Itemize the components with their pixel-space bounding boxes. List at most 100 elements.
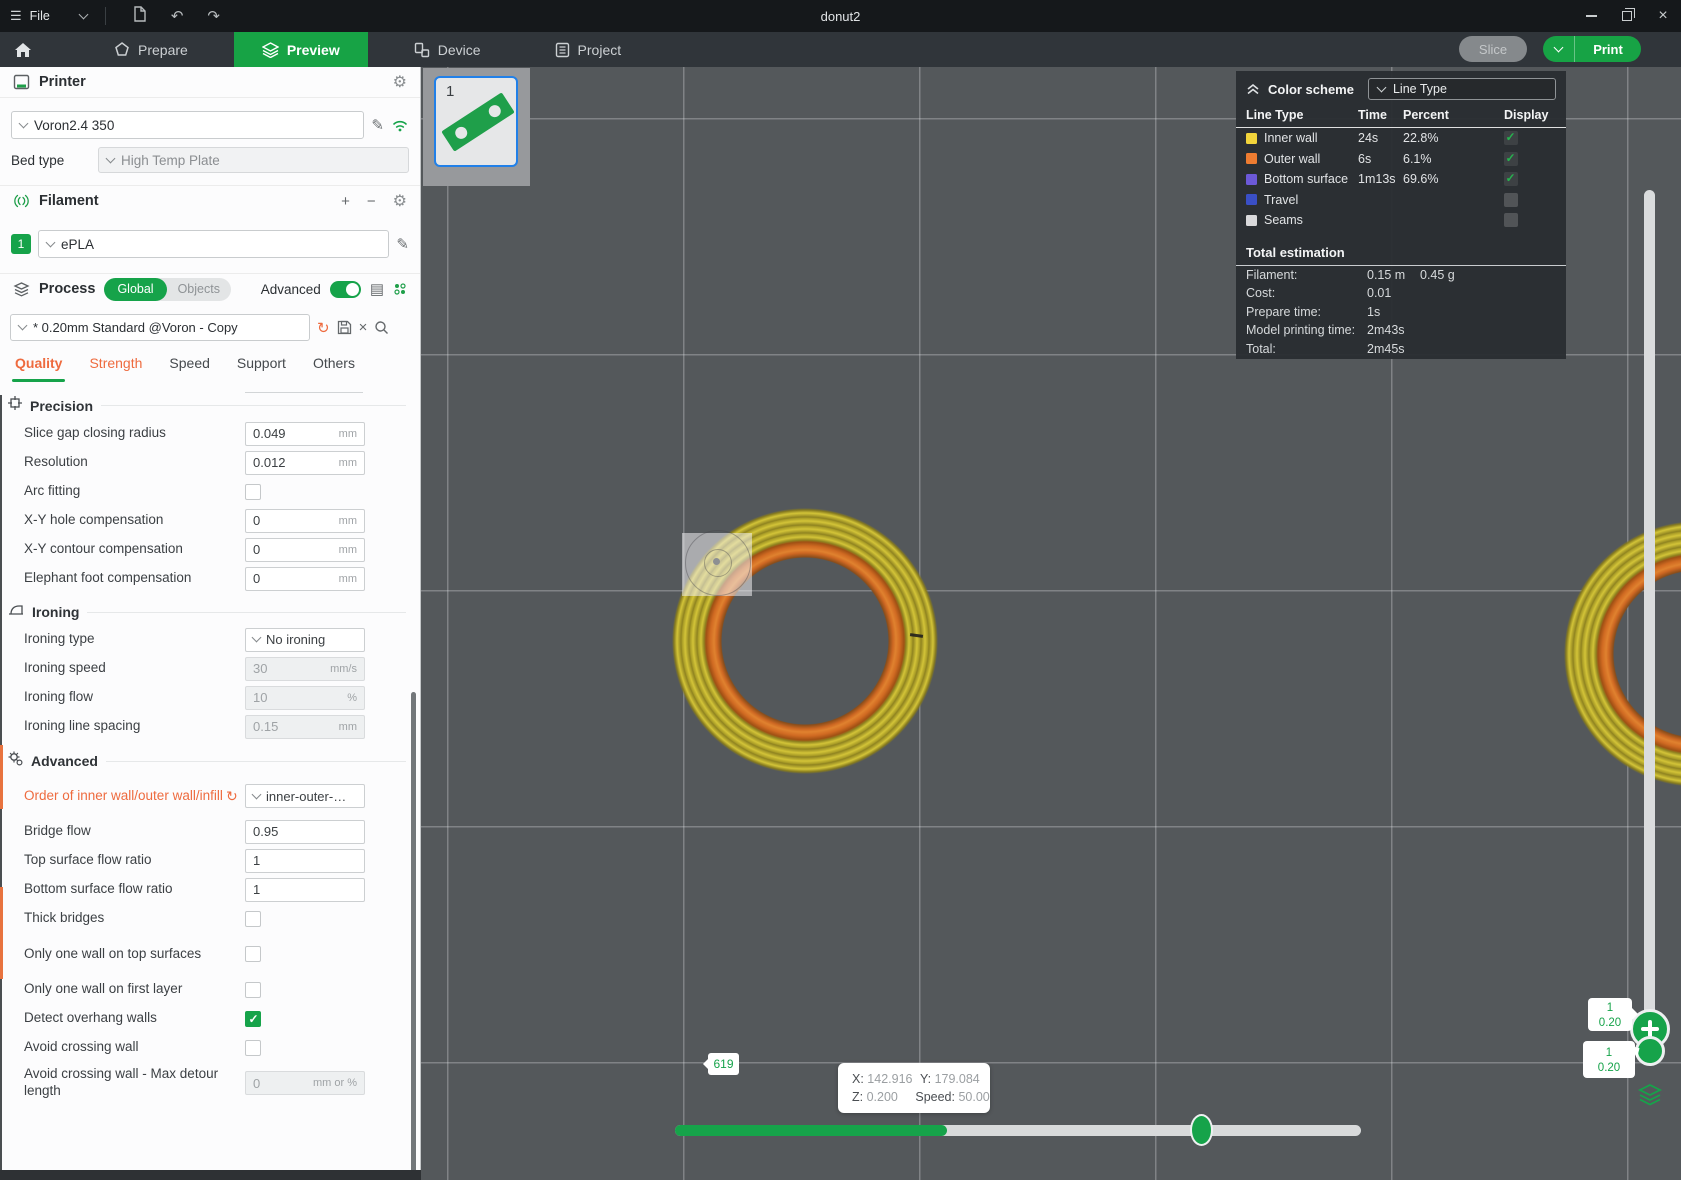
filament-select[interactable]: ePLA: [38, 230, 390, 258]
param-row: Only one wall on first layer: [0, 975, 420, 1004]
bed-type-label: Bed type: [11, 152, 65, 168]
file-menu-chevron-icon[interactable]: [78, 9, 89, 20]
printer-settings-gear-icon[interactable]: ⚙: [393, 72, 407, 92]
param-input[interactable]: 0.012 mm: [245, 450, 365, 475]
param-input[interactable]: 0 mm: [245, 566, 365, 591]
layer-slider-track[interactable]: [1644, 190, 1655, 1058]
scope-global-button[interactable]: Global: [104, 277, 167, 301]
move-slider-handle[interactable]: [1190, 1114, 1213, 1146]
search-preset-icon[interactable]: [374, 320, 389, 335]
minimize-button[interactable]: [1573, 0, 1609, 32]
delete-preset-icon[interactable]: ×: [359, 319, 368, 336]
param-checkbox[interactable]: [245, 981, 261, 998]
param-input[interactable]: 1: [245, 848, 365, 873]
file-menu[interactable]: File: [30, 9, 50, 23]
tab-preview[interactable]: Preview: [233, 32, 368, 67]
unit-label: %: [347, 691, 357, 704]
view-mode-select[interactable]: Line Type: [1367, 78, 1556, 100]
param-label: Ironing flow: [24, 689, 94, 705]
param-tab-strength[interactable]: Strength: [89, 355, 142, 382]
param-tab-quality[interactable]: Quality: [11, 355, 66, 382]
param-input[interactable]: 0 mm: [245, 537, 365, 562]
filament-settings-gear-icon[interactable]: ⚙: [393, 191, 407, 211]
line-type-swatch: [1246, 214, 1257, 226]
line-type-swatch: [1246, 173, 1257, 185]
printer-select[interactable]: Voron2.4 350: [11, 111, 365, 139]
display-checkbox[interactable]: [1504, 130, 1518, 146]
layer-mode-icon[interactable]: [1638, 1084, 1662, 1106]
save-project-icon[interactable]: [124, 6, 155, 26]
legend-rows: Inner wall24s22.8%Outer wall6s6.1%Bottom…: [1236, 128, 1566, 231]
tab-device[interactable]: Device: [386, 32, 509, 67]
panel-bottom-edge: [0, 1170, 421, 1180]
home-button[interactable]: [0, 32, 46, 67]
param-tab-others[interactable]: Others: [313, 355, 355, 382]
bed-type-select[interactable]: High Temp Plate: [98, 147, 409, 173]
process-preset-select[interactable]: * 0.20mm Standard @Voron - Copy: [10, 314, 310, 341]
reset-preset-icon[interactable]: ↻: [317, 319, 330, 337]
display-checkbox[interactable]: [1504, 171, 1518, 187]
plate-thumbnail[interactable]: 1: [434, 76, 518, 167]
hover-coordinates-tooltip: X: 142.916 Y: 179.084 Z: 0.200 Speed: 50…: [838, 1063, 990, 1113]
save-preset-icon[interactable]: [337, 320, 352, 335]
add-filament-button[interactable]: +: [341, 193, 350, 210]
3d-preview-viewport[interactable]: 1 Color scheme Line Type Line Type Time: [421, 67, 1681, 1180]
print-button[interactable]: Print: [1543, 36, 1641, 62]
prepare-icon: [115, 41, 129, 56]
move-slider-fill: [675, 1125, 947, 1136]
param-checkbox[interactable]: [245, 1010, 261, 1027]
redo-icon[interactable]: ↷: [199, 7, 228, 25]
print-options-chevron-icon[interactable]: [1543, 36, 1575, 62]
process-scope-toggle: Global Objects: [104, 277, 231, 301]
main-tab-bar: Prepare Preview Device Project Slice Pri…: [0, 32, 1681, 67]
param-checkbox[interactable]: [245, 483, 261, 500]
plate-object-preview: [441, 92, 515, 152]
param-checkbox[interactable]: [245, 910, 261, 927]
move-slider-track[interactable]: [675, 1114, 1361, 1146]
wifi-connection-icon[interactable]: [391, 118, 409, 132]
panel-scrollbar[interactable]: [411, 692, 416, 1180]
param-checkbox[interactable]: [245, 946, 261, 962]
edit-printer-icon[interactable]: ✎: [371, 116, 384, 134]
parameter-list-icon[interactable]: ▤: [370, 280, 384, 298]
display-checkbox[interactable]: [1504, 213, 1518, 228]
close-button[interactable]: ×: [1645, 0, 1681, 32]
advanced-mode-toggle[interactable]: [329, 280, 361, 298]
param-input[interactable]: 0 mm: [245, 508, 365, 533]
param-label: Bottom surface flow ratio: [24, 881, 173, 897]
ironing-icon: [8, 603, 24, 621]
sliced-donut-model-partial[interactable]: [1562, 519, 1681, 789]
tab-prepare[interactable]: Prepare: [86, 32, 216, 67]
param-select[interactable]: No ironing: [245, 627, 365, 652]
process-layers-icon: [13, 281, 30, 297]
maximize-button[interactable]: [1609, 0, 1645, 32]
compare-presets-icon[interactable]: [393, 282, 407, 296]
param-input[interactable]: 0.049 mm: [245, 421, 365, 446]
param-row: X-Y hole compensation 0 mm: [0, 506, 420, 535]
scope-objects-button[interactable]: Objects: [167, 282, 231, 296]
tab-project[interactable]: Project: [527, 32, 650, 67]
param-tab-speed[interactable]: Speed: [169, 355, 209, 382]
chevron-down-icon: [251, 789, 262, 799]
reset-param-icon[interactable]: ↻: [226, 788, 238, 805]
undo-icon[interactable]: ↶: [163, 7, 192, 25]
layer-badge-upper: 1 0.20: [1588, 998, 1638, 1031]
slice-button[interactable]: Slice: [1459, 36, 1527, 62]
legend-row: Outer wall 6s 6.1%: [1236, 149, 1566, 170]
display-checkbox[interactable]: [1504, 151, 1518, 166]
remove-filament-button[interactable]: −: [367, 193, 376, 210]
edit-filament-icon[interactable]: ✎: [396, 235, 409, 253]
total-estimation-row: Model printing time: 2m43s: [1246, 323, 1405, 338]
display-checkbox[interactable]: [1504, 192, 1518, 207]
hamburger-menu-icon[interactable]: ☰: [10, 8, 22, 24]
param-row: Resolution 0.012 mm: [0, 448, 420, 477]
chevron-down-icon: [45, 237, 56, 247]
unit-label: mm/s: [330, 662, 357, 675]
param-input[interactable]: 1: [245, 877, 365, 902]
param-checkbox[interactable]: [245, 1039, 261, 1056]
collapse-panel-icon[interactable]: [1246, 83, 1260, 95]
section-header-ironing: Ironing: [8, 603, 406, 621]
param-tab-support[interactable]: Support: [237, 355, 286, 382]
param-select[interactable]: inner-outer-…: [245, 784, 365, 808]
param-input[interactable]: 0.95: [245, 819, 365, 844]
